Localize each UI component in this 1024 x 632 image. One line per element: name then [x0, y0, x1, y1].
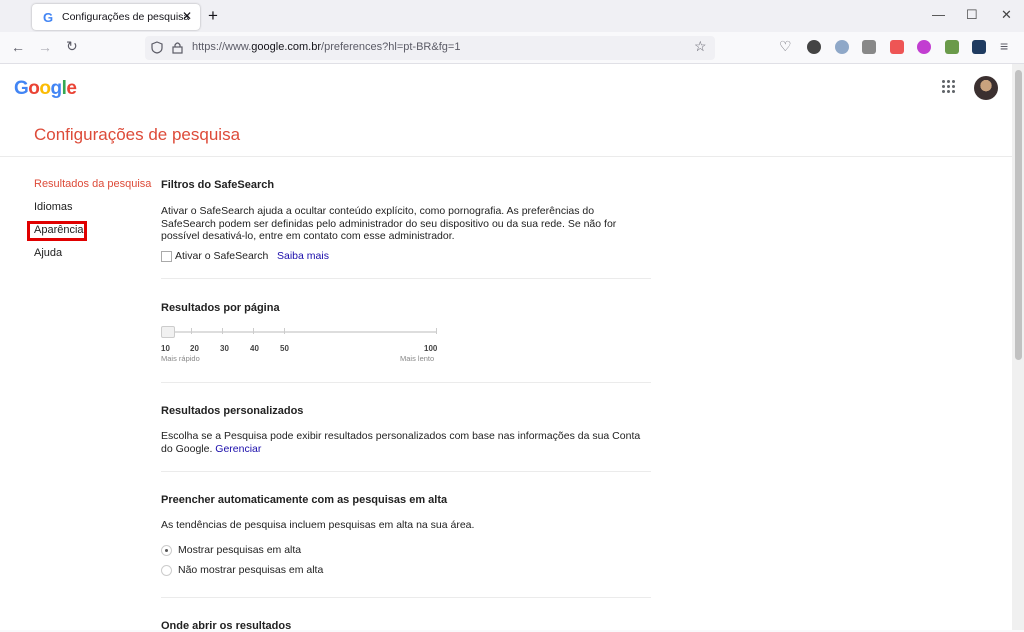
- slider-tick: [222, 328, 223, 334]
- section-divider: [161, 278, 651, 279]
- personalized-title: Resultados personalizados: [161, 405, 304, 417]
- extension-s-icon[interactable]: [890, 40, 904, 54]
- extension-a-icon[interactable]: [807, 40, 821, 54]
- pocket-icon[interactable]: ♡: [779, 38, 792, 55]
- close-window-icon[interactable]: ✕: [1001, 7, 1012, 23]
- section-divider: [161, 597, 651, 598]
- tick-label: 50: [280, 344, 289, 353]
- extension-tag-icon[interactable]: [945, 40, 959, 54]
- sidebar-item-idiomas[interactable]: Idiomas: [34, 201, 73, 213]
- section-divider: [161, 471, 651, 472]
- divider: [0, 156, 1012, 157]
- slider-tick: [191, 328, 192, 334]
- page-content: [0, 64, 1012, 630]
- slower-label: Mais lento: [400, 354, 435, 363]
- slider-tick: [436, 328, 437, 334]
- manage-link[interactable]: Gerenciar: [215, 443, 261, 455]
- highlight-box: [27, 221, 87, 241]
- shield-icon[interactable]: [151, 41, 163, 54]
- extension-flower-icon[interactable]: [917, 40, 931, 54]
- tab-title: Configurações de pesquisa: [62, 11, 190, 23]
- open-results-title: Onde abrir os resultados: [161, 620, 292, 632]
- extension-chart-icon[interactable]: [972, 40, 986, 54]
- url-path: /preferences?hl=pt-BR&fg=1: [321, 41, 461, 53]
- new-tab-icon[interactable]: +: [208, 6, 218, 26]
- maximize-icon[interactable]: ☐: [966, 7, 978, 23]
- google-favicon-icon: G: [42, 9, 54, 25]
- personalized-description: Escolha se a Pesquisa pode exibir result…: [161, 430, 641, 455]
- tick-label: 40: [250, 344, 259, 353]
- page-title: Configurações de pesquisa: [34, 125, 241, 144]
- hide-trending-radio[interactable]: [161, 565, 172, 576]
- url-text[interactable]: https://www.google.com.br/preferences?hl…: [192, 41, 460, 53]
- tick-label: 20: [190, 344, 199, 353]
- forward-icon[interactable]: →: [38, 39, 52, 55]
- sidebar-item-resultados[interactable]: Resultados da pesquisa: [34, 178, 151, 190]
- hide-trending-label[interactable]: Não mostrar pesquisas em alta: [178, 564, 323, 577]
- bookmark-star-icon[interactable]: ☆: [694, 38, 707, 55]
- learn-more-link[interactable]: Saiba mais: [277, 250, 329, 263]
- safesearch-checkbox-label[interactable]: Ativar o SafeSearch: [175, 250, 268, 263]
- url-prefix: https://www.: [192, 41, 252, 53]
- minimize-icon[interactable]: —: [932, 7, 945, 22]
- faster-label: Mais rápido: [161, 354, 200, 363]
- browser-tab[interactable]: G Configurações de pesquisa ✕: [32, 4, 200, 30]
- extension-info-icon[interactable]: [862, 40, 876, 54]
- trending-description: As tendências de pesquisa incluem pesqui…: [161, 519, 475, 531]
- sidebar-item-ajuda[interactable]: Ajuda: [34, 247, 62, 259]
- slider-tick: [284, 328, 285, 334]
- results-slider-thumb[interactable]: [161, 326, 175, 338]
- reload-icon[interactable]: ↻: [66, 38, 78, 55]
- url-host: google.com.br: [251, 41, 322, 53]
- show-trending-label[interactable]: Mostrar pesquisas em alta: [178, 544, 301, 557]
- section-divider: [161, 382, 651, 383]
- results-slider-track[interactable]: [161, 331, 437, 333]
- safesearch-checkbox[interactable]: [161, 251, 172, 262]
- tick-label: 10: [161, 344, 170, 353]
- menu-icon[interactable]: ≡: [1000, 38, 1008, 54]
- close-tab-icon[interactable]: ✕: [182, 9, 192, 23]
- google-logo[interactable]: Google: [14, 78, 77, 100]
- tick-label: 30: [220, 344, 229, 353]
- extension-palette-icon[interactable]: [835, 40, 849, 54]
- safesearch-description: Ativar o SafeSearch ajuda a ocultar cont…: [161, 205, 617, 242]
- back-icon[interactable]: ←: [11, 39, 25, 55]
- scrollbar-thumb[interactable]: [1015, 70, 1022, 360]
- lock-icon[interactable]: [172, 41, 183, 54]
- slider-tick: [253, 328, 254, 334]
- apps-grid-icon[interactable]: [942, 80, 956, 94]
- trending-title: Preencher automaticamente com as pesquis…: [161, 494, 448, 506]
- avatar[interactable]: [974, 76, 998, 100]
- show-trending-radio[interactable]: [161, 545, 172, 556]
- tick-label: 100: [424, 344, 438, 353]
- safesearch-title: Filtros do SafeSearch: [161, 179, 275, 191]
- results-per-page-title: Resultados por página: [161, 302, 280, 314]
